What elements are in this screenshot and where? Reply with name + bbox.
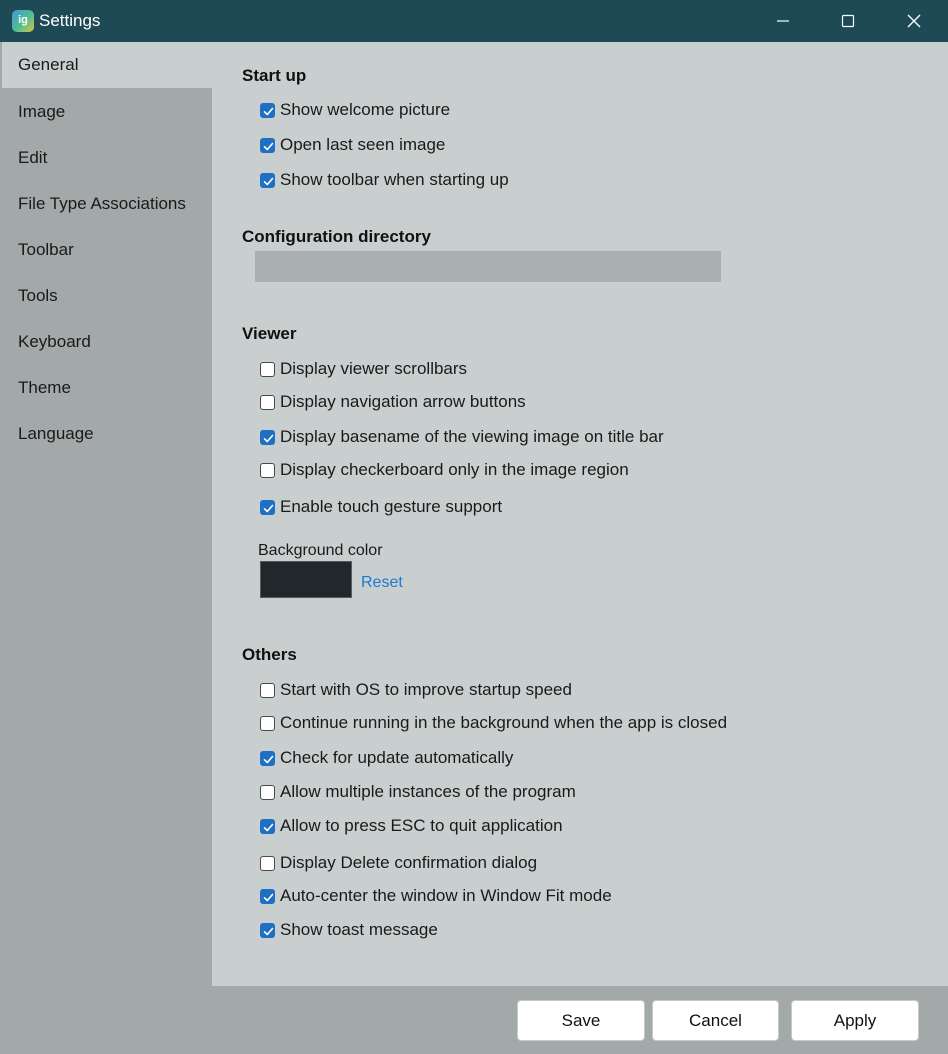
- sidebar: General Image Edit File Type Association…: [2, 42, 212, 986]
- option-label: Enable touch gesture support: [280, 497, 503, 516]
- option-label: Allow to press ESC to quit application: [280, 816, 563, 835]
- option-label: Allow multiple instances of the program: [280, 782, 576, 801]
- option-open-last-seen-image[interactable]: Open last seen image: [260, 134, 445, 156]
- maximize-icon: [841, 14, 855, 28]
- cancel-button[interactable]: Cancel: [652, 1000, 779, 1041]
- option-show-toolbar[interactable]: Show toolbar when starting up: [260, 169, 509, 191]
- sidebar-item-keyboard[interactable]: Keyboard: [2, 319, 212, 365]
- checkbox[interactable]: [260, 855, 275, 871]
- settings-panel: Start up Show welcome picture Open last …: [212, 42, 948, 986]
- checkbox[interactable]: [260, 818, 275, 834]
- option-label: Show toolbar when starting up: [280, 170, 509, 189]
- option-show-welcome-picture[interactable]: Show welcome picture: [260, 99, 450, 121]
- minimize-icon: [777, 20, 789, 22]
- option-label: Check for update automatically: [280, 748, 514, 767]
- option-run-in-background[interactable]: Continue running in the background when …: [260, 712, 727, 734]
- maximize-button[interactable]: [815, 0, 881, 42]
- option-delete-confirmation[interactable]: Display Delete confirmation dialog: [260, 852, 537, 874]
- checkbox[interactable]: [260, 172, 275, 188]
- option-label: Start with OS to improve startup speed: [280, 680, 572, 699]
- checkbox[interactable]: [260, 102, 275, 118]
- option-label: Open last seen image: [280, 135, 446, 154]
- option-checkerboard-region[interactable]: Display checkerboard only in the image r…: [260, 459, 629, 481]
- checkbox[interactable]: [260, 750, 275, 766]
- apply-button[interactable]: Apply: [791, 1000, 919, 1041]
- minimize-button[interactable]: [750, 0, 816, 42]
- config-directory-field[interactable]: [255, 251, 721, 282]
- sidebar-item-edit[interactable]: Edit: [2, 135, 212, 181]
- option-label: Display navigation arrow buttons: [280, 392, 526, 411]
- option-start-with-os[interactable]: Start with OS to improve startup speed: [260, 679, 572, 701]
- sidebar-item-tools[interactable]: Tools: [2, 273, 212, 319]
- checkbox[interactable]: [260, 922, 275, 938]
- save-button[interactable]: Save: [517, 1000, 645, 1041]
- window-title: Settings: [39, 11, 101, 30]
- option-label: Display viewer scrollbars: [280, 359, 468, 378]
- checkbox[interactable]: [260, 682, 275, 698]
- option-basename-title-bar[interactable]: Display basename of the viewing image on…: [260, 426, 664, 448]
- checkbox[interactable]: [260, 394, 275, 410]
- option-label: Display basename of the viewing image on…: [280, 427, 664, 446]
- dialog-footer: Save Cancel Apply: [0, 986, 948, 1054]
- sidebar-item-toolbar[interactable]: Toolbar: [2, 227, 212, 273]
- checkbox[interactable]: [260, 784, 275, 800]
- reset-link[interactable]: Reset: [361, 574, 403, 592]
- sidebar-item-file-type-associations[interactable]: File Type Associations: [2, 181, 212, 227]
- checkbox[interactable]: [260, 361, 275, 377]
- background-color-swatch[interactable]: [260, 561, 352, 598]
- option-multiple-instances[interactable]: Allow multiple instances of the program: [260, 781, 576, 803]
- option-touch-gesture[interactable]: Enable touch gesture support: [260, 496, 502, 518]
- option-label: Auto-center the window in Window Fit mod…: [280, 886, 612, 905]
- option-viewer-scrollbars[interactable]: Display viewer scrollbars: [260, 358, 467, 380]
- option-auto-center[interactable]: Auto-center the window in Window Fit mod…: [260, 885, 612, 907]
- checkbox[interactable]: [260, 137, 275, 153]
- sidebar-item-image[interactable]: Image: [2, 89, 212, 135]
- viewer-section-title: Viewer: [242, 324, 297, 343]
- checkbox[interactable]: [260, 429, 275, 445]
- option-toast-message[interactable]: Show toast message: [260, 919, 438, 941]
- option-label: Display Delete confirmation dialog: [280, 853, 538, 872]
- option-check-updates[interactable]: Check for update automatically: [260, 747, 513, 769]
- option-esc-to-quit[interactable]: Allow to press ESC to quit application: [260, 815, 563, 837]
- sidebar-item-theme[interactable]: Theme: [2, 365, 212, 411]
- config-section-title: Configuration directory: [242, 227, 431, 246]
- background-color-label: Background color: [258, 542, 383, 559]
- checkbox[interactable]: [260, 888, 275, 904]
- close-icon: [907, 14, 921, 28]
- others-section-title: Others: [242, 645, 297, 664]
- option-label: Continue running in the background when …: [280, 713, 728, 732]
- startup-section-title: Start up: [242, 66, 307, 85]
- option-label: Show toast message: [280, 920, 438, 939]
- checkbox[interactable]: [260, 462, 275, 478]
- option-label: Show welcome picture: [280, 100, 451, 119]
- close-button[interactable]: [881, 0, 947, 42]
- option-navigation-arrows[interactable]: Display navigation arrow buttons: [260, 391, 526, 413]
- sidebar-item-language[interactable]: Language: [2, 411, 212, 457]
- checkbox[interactable]: [260, 499, 275, 515]
- checkbox[interactable]: [260, 715, 275, 731]
- option-label: Display checkerboard only in the image r…: [280, 460, 629, 479]
- app-icon: ig: [12, 10, 34, 32]
- sidebar-item-general[interactable]: General: [2, 42, 212, 88]
- title-bar: ig Settings: [0, 0, 948, 42]
